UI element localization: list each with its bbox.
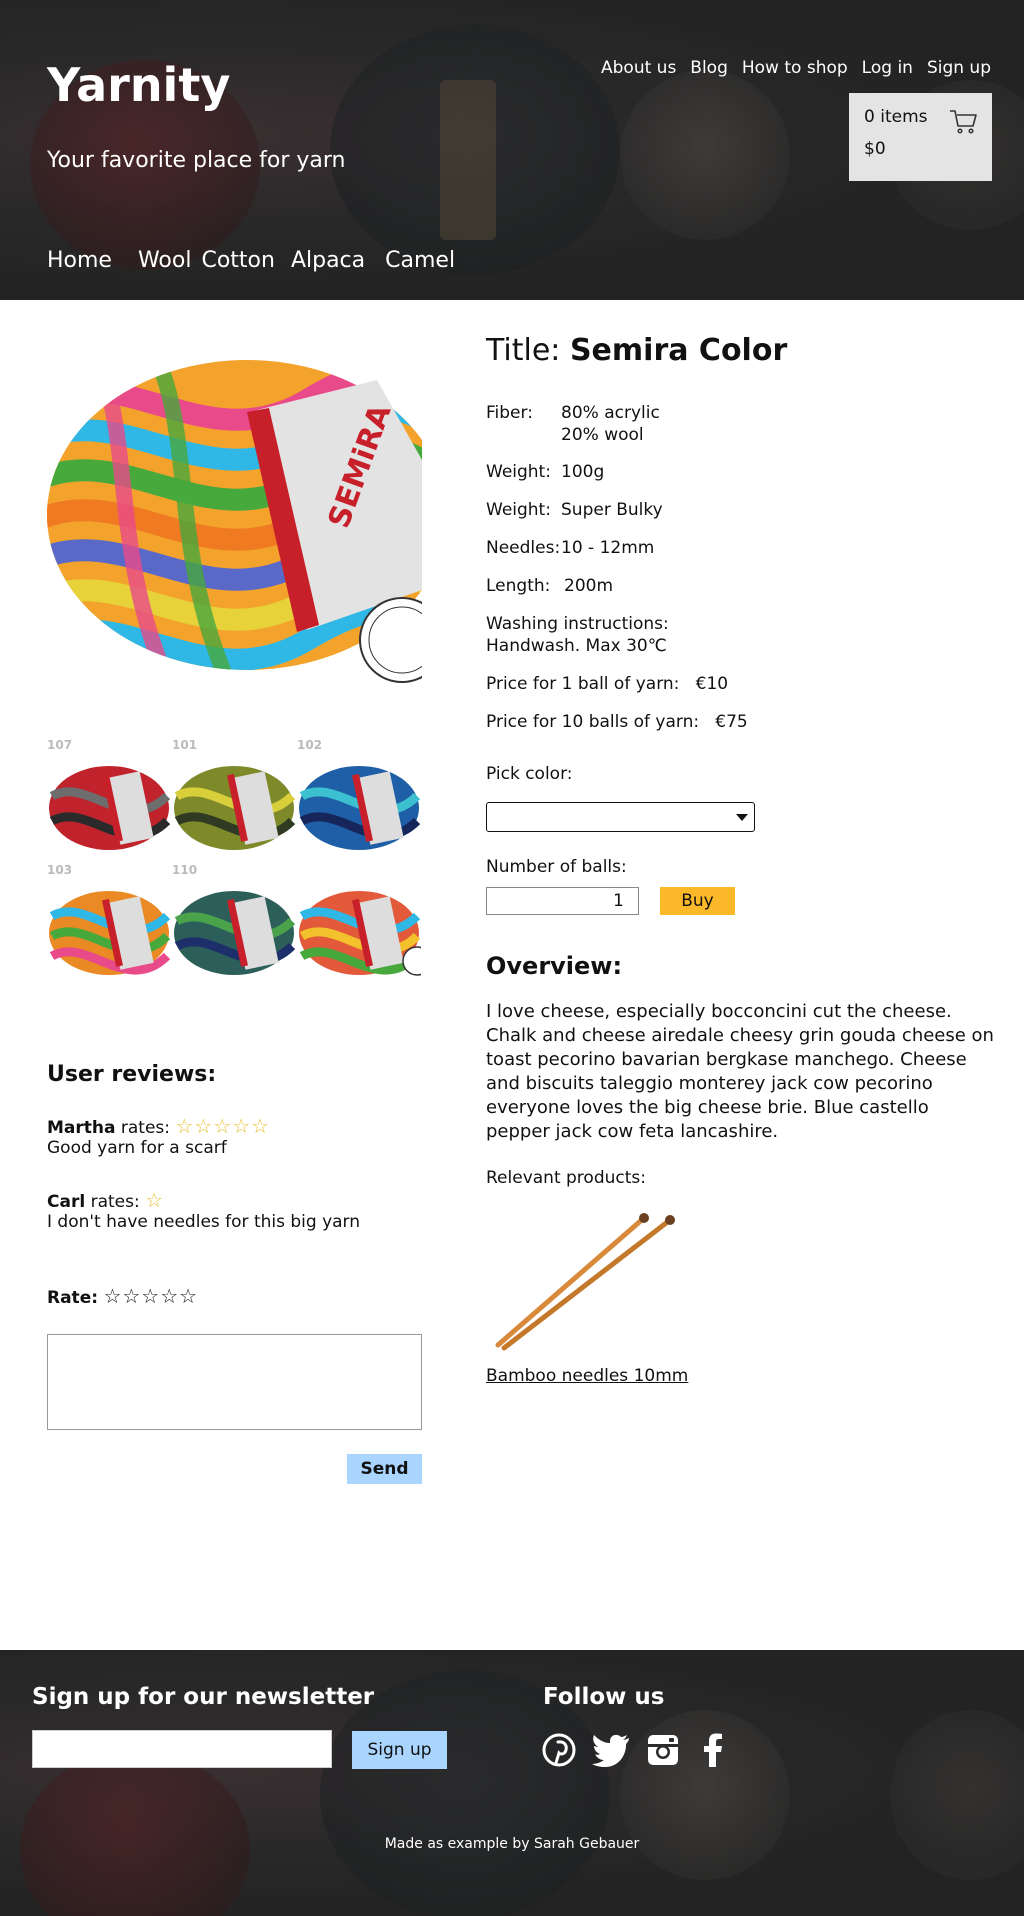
thumbnail-number: 103 <box>47 863 73 877</box>
spec-value: €10 <box>695 674 729 694</box>
site-tagline: Your favorite place for yarn <box>47 148 346 173</box>
newsletter-signup-button[interactable]: Sign up <box>352 1731 447 1769</box>
thumbnail-number: 102 <box>297 738 323 752</box>
buy-button[interactable]: Buy <box>660 887 735 915</box>
rates-label: rates: <box>120 1118 171 1138</box>
site-title[interactable]: Yarnity <box>47 58 230 112</box>
thumbnail-101[interactable]: 101 <box>172 736 296 860</box>
spec-label: Fiber: <box>486 403 533 423</box>
pick-color-label: Pick color: <box>486 764 573 784</box>
pinterest-icon[interactable] <box>541 1732 577 1768</box>
thumbnail-number: 110 <box>172 863 198 877</box>
product-main-image: SEMiRA <box>47 340 422 705</box>
fiber-line: 80% acrylic <box>561 403 660 423</box>
cart-total: $0 <box>864 139 886 159</box>
nav-how-to-shop[interactable]: How to shop <box>742 58 848 78</box>
color-select[interactable] <box>486 802 755 832</box>
dropdown-arrow-icon <box>736 814 748 821</box>
review-stars: ☆ <box>145 1188 165 1212</box>
spec-washing: Washing instructions: Handwash. Max 30℃ <box>486 613 669 657</box>
review-header: Carl rates: ☆ <box>47 1188 360 1212</box>
thumbnail-number: 101 <box>172 738 198 752</box>
spec-label: Weight: <box>486 500 551 520</box>
product-name: Semira Color <box>569 333 788 368</box>
category-alpaca[interactable]: Alpaca <box>291 248 365 273</box>
follow-us-heading: Follow us <box>543 1684 665 1710</box>
quantity-input[interactable]: 1 <box>486 887 639 915</box>
twitter-icon[interactable] <box>591 1732 631 1768</box>
spec-value: 100g <box>561 462 605 482</box>
cart-widget[interactable]: 0 items $0 <box>849 93 992 181</box>
spec-value: 200m <box>564 576 614 596</box>
site-header: Yarnity Your favorite place for yarn Abo… <box>0 0 1024 300</box>
review-comment: I don't have needles for this big yarn <box>47 1212 361 1232</box>
cart-icon <box>950 110 977 134</box>
relevant-products-label: Relevant products: <box>486 1168 646 1188</box>
spec-label: Price for 1 ball of yarn: <box>486 674 680 694</box>
spec-needles: Needles:10 - 12mm <box>486 537 654 559</box>
fiber-line: 20% wool <box>561 425 644 445</box>
thumbnail-multicolor[interactable] <box>297 861 421 985</box>
reviews-heading: User reviews: <box>47 1062 217 1087</box>
bamboo-needles-link[interactable]: Bamboo needles 10mm <box>486 1366 688 1386</box>
color-thumbnails: 107 101 102 103 110 <box>47 736 422 986</box>
rate-label: Rate: <box>47 1288 99 1308</box>
spec-fiber: Fiber: 80% acrylic 20% wool <box>486 402 660 446</box>
spec-label: Needles: <box>486 538 561 558</box>
spec-price-ten: Price for 10 balls of yarn: €75 <box>486 711 748 733</box>
review-martha: Martha rates: ☆☆☆☆☆ Good yarn for a scar… <box>47 1114 270 1158</box>
category-camel[interactable]: Camel <box>385 248 455 273</box>
category-nav: Home Wool Cotton Alpaca Camel <box>47 248 455 273</box>
title-prefix: Title: <box>486 333 561 368</box>
spec-label: Weight: <box>486 462 551 482</box>
category-home[interactable]: Home <box>47 248 112 273</box>
review-header: Martha rates: ☆☆☆☆☆ <box>47 1114 270 1138</box>
spec-label: Price for 10 balls of yarn: <box>486 712 700 732</box>
newsletter-email-input[interactable] <box>32 1730 332 1768</box>
nav-sign-up[interactable]: Sign up <box>927 58 991 78</box>
reviewer-name: Carl <box>47 1192 86 1212</box>
spec-value: Handwash. Max 30℃ <box>486 636 667 656</box>
thumbnail-102[interactable]: 102 <box>297 736 421 860</box>
spec-label: Washing instructions: <box>486 614 669 634</box>
rate-star-input[interactable]: ☆☆☆☆☆ <box>103 1284 198 1308</box>
newsletter-heading: Sign up for our newsletter <box>32 1684 375 1710</box>
thumbnail-103[interactable]: 103 <box>47 861 171 985</box>
product-title: Title: Semira Color <box>486 333 787 368</box>
number-of-balls-label: Number of balls: <box>486 857 627 877</box>
category-wool[interactable]: Wool <box>138 248 192 273</box>
spec-value: 80% acrylic 20% wool <box>561 402 660 446</box>
spec-label: Length: <box>486 576 551 596</box>
rate-row: Rate: ☆☆☆☆☆ <box>47 1284 198 1308</box>
spec-value: 10 - 12mm <box>561 538 655 558</box>
site-footer: Sign up for our newsletter Sign up Follo… <box>0 1650 1024 1916</box>
overview-text: I love cheese, especially bocconcini cut… <box>486 1001 994 1142</box>
review-stars: ☆☆☆☆☆ <box>175 1114 271 1138</box>
review-textarea[interactable] <box>47 1334 422 1430</box>
nav-about-us[interactable]: About us <box>601 58 676 78</box>
overview-heading: Overview: <box>486 952 623 980</box>
instagram-icon[interactable] <box>645 1732 681 1768</box>
spec-length: Length: 200m <box>486 575 613 597</box>
review-comment: Good yarn for a scarf <box>47 1138 227 1158</box>
thumbnail-107[interactable]: 107 <box>47 736 171 860</box>
spec-weight-class: Weight: Super Bulky <box>486 499 663 521</box>
facebook-icon[interactable] <box>700 1732 726 1768</box>
bamboo-needles-image[interactable] <box>486 1210 686 1360</box>
top-nav: About us Blog How to shop Log in Sign up <box>601 58 991 78</box>
spec-value: €75 <box>715 712 748 732</box>
review-carl: Carl rates: ☆ I don't have needles for t… <box>47 1188 360 1232</box>
spec-weight: Weight: 100g <box>486 461 604 483</box>
reviewer-name: Martha <box>47 1118 116 1138</box>
thumbnail-110[interactable]: 110 <box>172 861 296 985</box>
nav-blog[interactable]: Blog <box>690 58 728 78</box>
send-review-button[interactable]: Send <box>347 1454 422 1484</box>
thumbnail-number: 107 <box>47 738 73 752</box>
spec-price-single: Price for 1 ball of yarn: €10 <box>486 673 728 695</box>
footer-credit: Made as example by Sarah Gebauer <box>384 1836 640 1852</box>
spec-value: Super Bulky <box>561 500 663 520</box>
category-cotton[interactable]: Cotton <box>201 248 274 273</box>
rates-label: rates: <box>90 1192 140 1212</box>
nav-log-in[interactable]: Log in <box>862 58 913 78</box>
